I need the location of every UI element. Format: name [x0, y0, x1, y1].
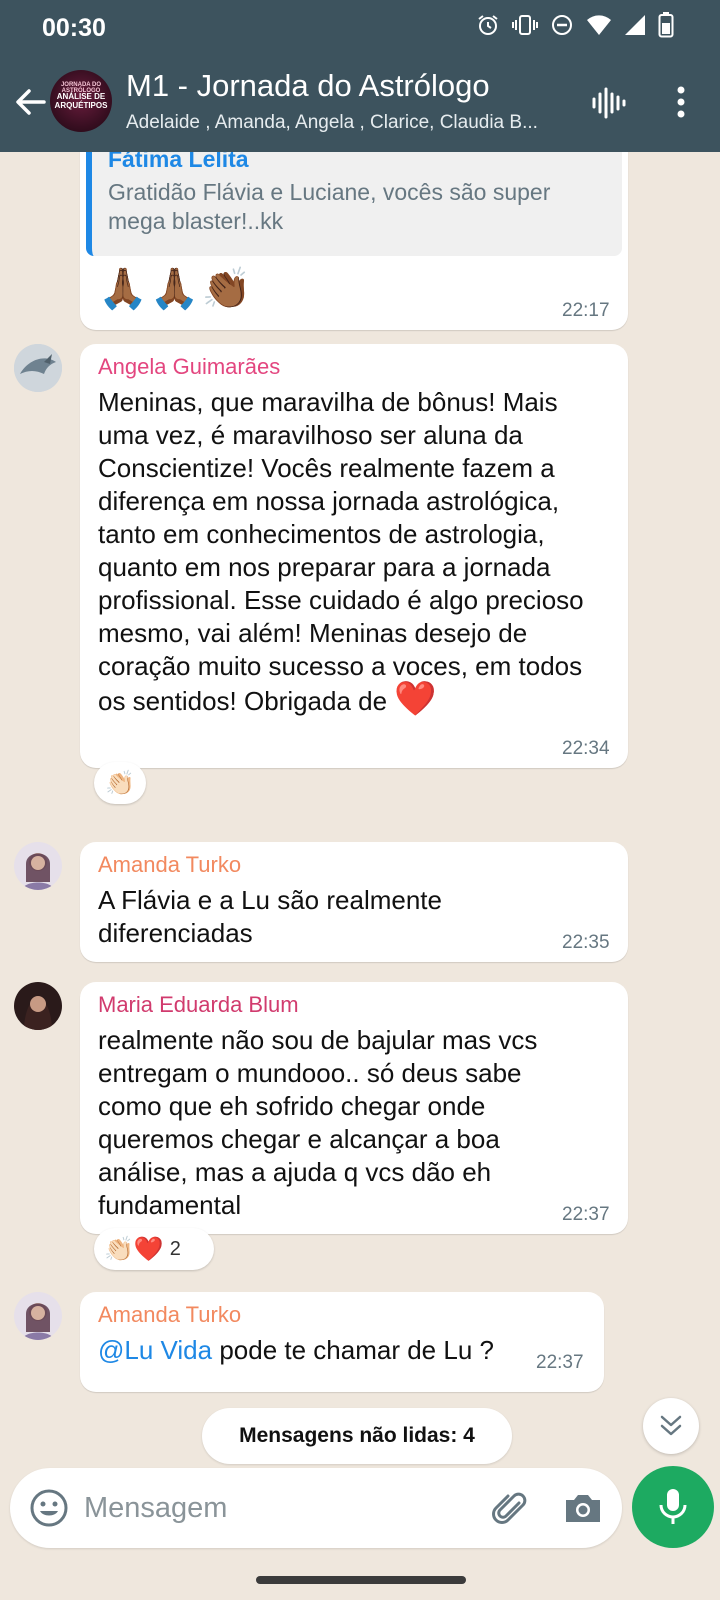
sender-name[interactable]: Amanda Turko — [98, 1302, 241, 1328]
message-text-body: pode te chamar de Lu ? — [212, 1335, 494, 1365]
app-header: 00:30 JORNADA DO ASTRÓLOGO ANÁLISE DE AR… — [0, 0, 720, 152]
camera-icon[interactable] — [562, 1488, 604, 1528]
quoted-text: Gratidão Flávia e Luciane, vocês são sup… — [108, 179, 551, 234]
wifi-icon — [587, 15, 611, 35]
emoji-icon[interactable] — [28, 1487, 70, 1529]
quoted-message[interactable]: Fátima Lelita Gratidão Flávia e Luciane,… — [86, 152, 622, 256]
avatar[interactable] — [14, 842, 62, 890]
message-time: 22:37 — [562, 1204, 610, 1225]
message-bubble[interactable]: Fátima Lelita Gratidão Flávia e Luciane,… — [80, 152, 628, 330]
microphone-button[interactable] — [632, 1466, 714, 1548]
more-vert-icon[interactable] — [666, 84, 696, 120]
quoted-sender: Fátima Lelita — [108, 152, 249, 172]
microphone-icon — [659, 1489, 687, 1524]
message-composer — [10, 1468, 622, 1548]
paperclip-icon[interactable] — [488, 1488, 528, 1528]
message-text: A Flávia e a Lu são realmente diferencia… — [98, 885, 442, 948]
message-time: 22:35 — [562, 932, 610, 953]
group-members[interactable]: Adelaide , Amanda, Angela , Clarice, Cla… — [126, 112, 566, 134]
scroll-to-bottom-button[interactable] — [643, 1398, 699, 1454]
sender-name[interactable]: Angela Guimarães — [98, 354, 280, 380]
message-emojis: 🙏🏾🙏🏾👏🏾 — [98, 267, 254, 311]
reaction-pill[interactable]: 👏🏻 — [94, 762, 146, 804]
message-text-body: Meninas, que maravilha de bônus! Mais um… — [98, 387, 584, 716]
message-text: realmente não sou de bajular mas vcs ent… — [98, 1025, 538, 1220]
avatar[interactable] — [14, 982, 62, 1030]
message-input[interactable] — [84, 1486, 444, 1530]
message-time: 22:34 — [562, 738, 610, 759]
sender-name[interactable]: Amanda Turko — [98, 852, 241, 878]
home-indicator[interactable] — [256, 1576, 466, 1584]
status-time: 00:30 — [42, 14, 106, 42]
unread-messages-banner[interactable]: Mensagens não lidas: 4 — [202, 1408, 512, 1464]
message-list[interactable]: Fátima Lelita Gratidão Flávia e Luciane,… — [0, 152, 720, 1447]
alarm-icon — [478, 15, 498, 35]
group-avatar-line2: ANÁLISE DE ARQUÉTIPOS — [54, 92, 108, 110]
message-time: 22:17 — [562, 300, 610, 321]
voice-call-icon[interactable] — [590, 86, 626, 120]
message-bubble[interactable]: Maria Eduarda Blum realmente não sou de … — [80, 982, 628, 1234]
avatar[interactable] — [14, 344, 62, 392]
reaction-emojis: 👏🏻❤️ — [104, 1235, 164, 1263]
status-icons — [476, 12, 674, 38]
avatar[interactable] — [14, 1292, 62, 1340]
battery-icon — [658, 12, 674, 38]
signal-icon — [625, 15, 645, 35]
message-bubble[interactable]: Amanda Turko @Lu Vida pode te chamar de … — [80, 1292, 604, 1392]
message-bubble[interactable]: Angela Guimarães Meninas, que maravilha … — [80, 344, 628, 768]
sender-name[interactable]: Maria Eduarda Blum — [98, 992, 299, 1018]
reaction-pill[interactable]: 👏🏻❤️ 2 — [94, 1228, 214, 1270]
heart-emoji: ❤️ — [394, 680, 437, 718]
arrow-left-icon[interactable] — [12, 84, 48, 120]
message-bubble[interactable]: Amanda Turko A Flávia e a Lu são realmen… — [80, 842, 628, 962]
message-text: @Lu Vida pode te chamar de Lu ? — [98, 1334, 494, 1367]
reaction-emoji: 👏🏻 — [105, 769, 135, 797]
message-text: Meninas, que maravilha de bônus! Mais um… — [98, 386, 608, 718]
do-not-disturb-icon — [552, 15, 572, 35]
reaction-count: 2 — [169, 1237, 181, 1260]
double-chevron-down-icon — [660, 1415, 682, 1436]
group-avatar[interactable]: JORNADA DO ASTRÓLOGO ANÁLISE DE ARQUÉTIP… — [50, 70, 112, 132]
message-time: 22:37 — [536, 1352, 584, 1373]
mention-link[interactable]: @Lu Vida — [98, 1335, 212, 1365]
chat-title[interactable]: M1 - Jornada do Astrólogo — [126, 68, 490, 104]
vibrate-icon — [512, 15, 538, 35]
